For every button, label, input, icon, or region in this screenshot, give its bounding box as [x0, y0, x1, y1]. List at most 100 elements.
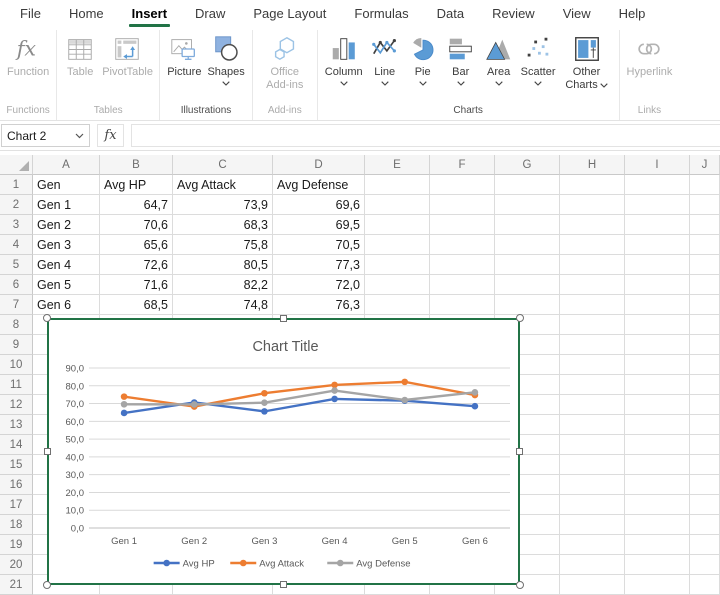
- cell-B2[interactable]: 64,7: [100, 195, 173, 215]
- row-header-12[interactable]: 12: [0, 395, 33, 415]
- tab-home[interactable]: Home: [55, 0, 118, 28]
- tab-page-layout[interactable]: Page Layout: [239, 0, 340, 28]
- cell-F6[interactable]: [430, 275, 495, 295]
- cell-J15[interactable]: [690, 455, 720, 475]
- row-header-21[interactable]: 21: [0, 575, 33, 595]
- cell-I6[interactable]: [625, 275, 690, 295]
- cell-H13[interactable]: [560, 415, 625, 435]
- cell-H12[interactable]: [560, 395, 625, 415]
- cell-E4[interactable]: [365, 235, 430, 255]
- cell-D1[interactable]: Avg Defense: [273, 175, 365, 195]
- cell-C4[interactable]: 75,8: [173, 235, 273, 255]
- resize-handle-top[interactable]: [280, 315, 287, 322]
- tab-file[interactable]: File: [6, 0, 55, 28]
- cell-I8[interactable]: [625, 315, 690, 335]
- cell-I3[interactable]: [625, 215, 690, 235]
- cell-A2[interactable]: Gen 1: [33, 195, 100, 215]
- cell-F7[interactable]: [430, 295, 495, 315]
- column-header-I[interactable]: I: [625, 155, 690, 175]
- cell-I17[interactable]: [625, 495, 690, 515]
- cell-E2[interactable]: [365, 195, 430, 215]
- cell-B1[interactable]: Avg HP: [100, 175, 173, 195]
- cell-G3[interactable]: [495, 215, 560, 235]
- resize-handle-bottom-left[interactable]: [43, 581, 51, 589]
- cell-C5[interactable]: 80,5: [173, 255, 273, 275]
- cell-B4[interactable]: 65,6: [100, 235, 173, 255]
- cell-I2[interactable]: [625, 195, 690, 215]
- column-header-B[interactable]: B: [100, 155, 173, 175]
- shapes-button[interactable]: Shapes: [204, 32, 247, 87]
- cell-C1[interactable]: Avg Attack: [173, 175, 273, 195]
- cell-B5[interactable]: 72,6: [100, 255, 173, 275]
- cell-I11[interactable]: [625, 375, 690, 395]
- cell-H4[interactable]: [560, 235, 625, 255]
- row-header-17[interactable]: 17: [0, 495, 33, 515]
- resize-handle-bottom[interactable]: [280, 581, 287, 588]
- cell-J21[interactable]: [690, 575, 720, 595]
- cell-G6[interactable]: [495, 275, 560, 295]
- row-header-2[interactable]: 2: [0, 195, 33, 215]
- fx-button[interactable]: fx: [97, 124, 124, 147]
- cell-I20[interactable]: [625, 555, 690, 575]
- line-button[interactable]: Line: [366, 32, 404, 87]
- cell-J14[interactable]: [690, 435, 720, 455]
- scatter-button[interactable]: Scatter: [518, 32, 559, 87]
- tab-insert[interactable]: Insert: [118, 0, 181, 28]
- cell-F2[interactable]: [430, 195, 495, 215]
- row-header-10[interactable]: 10: [0, 355, 33, 375]
- cell-D4[interactable]: 70,5: [273, 235, 365, 255]
- cell-I10[interactable]: [625, 355, 690, 375]
- row-header-4[interactable]: 4: [0, 235, 33, 255]
- name-box[interactable]: Chart 2: [1, 124, 90, 147]
- row-header-19[interactable]: 19: [0, 535, 33, 555]
- tab-help[interactable]: Help: [605, 0, 660, 28]
- cell-D3[interactable]: 69,5: [273, 215, 365, 235]
- other-charts-button[interactable]: Other Charts: [559, 32, 615, 92]
- cell-J19[interactable]: [690, 535, 720, 555]
- cell-H9[interactable]: [560, 335, 625, 355]
- cell-J17[interactable]: [690, 495, 720, 515]
- cell-H18[interactable]: [560, 515, 625, 535]
- resize-handle-left[interactable]: [44, 448, 51, 455]
- tab-data[interactable]: Data: [423, 0, 478, 28]
- cell-G4[interactable]: [495, 235, 560, 255]
- cell-F1[interactable]: [430, 175, 495, 195]
- resize-handle-top-left[interactable]: [43, 314, 51, 322]
- row-header-15[interactable]: 15: [0, 455, 33, 475]
- cell-J9[interactable]: [690, 335, 720, 355]
- cell-F3[interactable]: [430, 215, 495, 235]
- cell-I13[interactable]: [625, 415, 690, 435]
- cell-I4[interactable]: [625, 235, 690, 255]
- cell-H7[interactable]: [560, 295, 625, 315]
- cell-I12[interactable]: [625, 395, 690, 415]
- row-header-14[interactable]: 14: [0, 435, 33, 455]
- row-header-18[interactable]: 18: [0, 515, 33, 535]
- tab-formulas[interactable]: Formulas: [340, 0, 422, 28]
- cell-G7[interactable]: [495, 295, 560, 315]
- cell-H16[interactable]: [560, 475, 625, 495]
- cell-G5[interactable]: [495, 255, 560, 275]
- cell-H14[interactable]: [560, 435, 625, 455]
- column-header-E[interactable]: E: [365, 155, 430, 175]
- column-header-A[interactable]: A: [33, 155, 100, 175]
- cell-I21[interactable]: [625, 575, 690, 595]
- cell-J16[interactable]: [690, 475, 720, 495]
- column-header-F[interactable]: F: [430, 155, 495, 175]
- column-header-J[interactable]: J: [690, 155, 720, 175]
- column-button[interactable]: Column: [322, 32, 366, 87]
- cell-J12[interactable]: [690, 395, 720, 415]
- tab-review[interactable]: Review: [478, 0, 549, 28]
- cell-I5[interactable]: [625, 255, 690, 275]
- row-header-16[interactable]: 16: [0, 475, 33, 495]
- row-header-9[interactable]: 9: [0, 335, 33, 355]
- cell-H17[interactable]: [560, 495, 625, 515]
- row-header-8[interactable]: 8: [0, 315, 33, 335]
- cell-I19[interactable]: [625, 535, 690, 555]
- cell-B6[interactable]: 71,6: [100, 275, 173, 295]
- pie-button[interactable]: Pie: [404, 32, 442, 87]
- cell-C3[interactable]: 68,3: [173, 215, 273, 235]
- cell-E6[interactable]: [365, 275, 430, 295]
- cell-J4[interactable]: [690, 235, 720, 255]
- cell-A1[interactable]: Gen: [33, 175, 100, 195]
- row-header-20[interactable]: 20: [0, 555, 33, 575]
